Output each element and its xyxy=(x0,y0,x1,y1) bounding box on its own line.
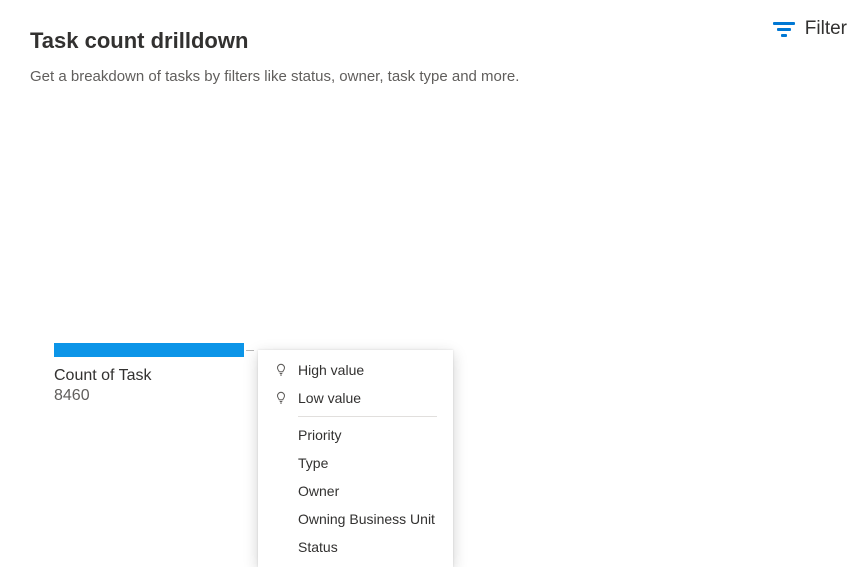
dropdown-item-label: Owner xyxy=(298,483,339,499)
page-title: Task count drilldown xyxy=(30,28,519,54)
dropdown-item-status[interactable]: Status xyxy=(258,533,453,561)
lightbulb-icon xyxy=(274,363,288,377)
dropdown-item-type[interactable]: Type xyxy=(258,449,453,477)
lightbulb-icon xyxy=(274,391,288,405)
filter-button[interactable]: Filter xyxy=(765,14,855,44)
filter-icon xyxy=(773,22,795,37)
dropdown-item-label: Priority xyxy=(298,427,342,443)
dropdown-item-high-value[interactable]: High value xyxy=(258,356,453,384)
chart-metric-value: 8460 xyxy=(54,387,244,405)
chart-metric-label: Count of Task xyxy=(54,367,244,385)
dropdown-item-label: Status xyxy=(298,539,338,555)
drilldown-dropdown[interactable]: High value Low value Priority Type Owner… xyxy=(258,350,453,567)
title-area: Task count drilldown Get a breakdown of … xyxy=(30,14,519,85)
chart-bar[interactable] xyxy=(54,343,244,357)
dropdown-item-owning-business-unit[interactable]: Owning Business Unit xyxy=(258,505,453,533)
page-subtitle: Get a breakdown of tasks by filters like… xyxy=(30,68,519,85)
dropdown-item-label: Type xyxy=(298,455,328,471)
dropdown-item-owner[interactable]: Owner xyxy=(258,477,453,505)
dropdown-item-priority[interactable]: Priority xyxy=(258,421,453,449)
dropdown-item-label: High value xyxy=(298,362,364,378)
dropdown-item-low-value[interactable]: Low value xyxy=(258,384,453,412)
dropdown-separator xyxy=(298,416,437,417)
chart-block[interactable]: Count of Task 8460 xyxy=(54,343,244,405)
filter-label: Filter xyxy=(805,18,847,40)
dropdown-item-label: Owning Business Unit xyxy=(298,511,435,527)
chart-area: Count of Task 8460 xyxy=(54,343,244,405)
dropdown-item-label: Low value xyxy=(298,390,361,406)
